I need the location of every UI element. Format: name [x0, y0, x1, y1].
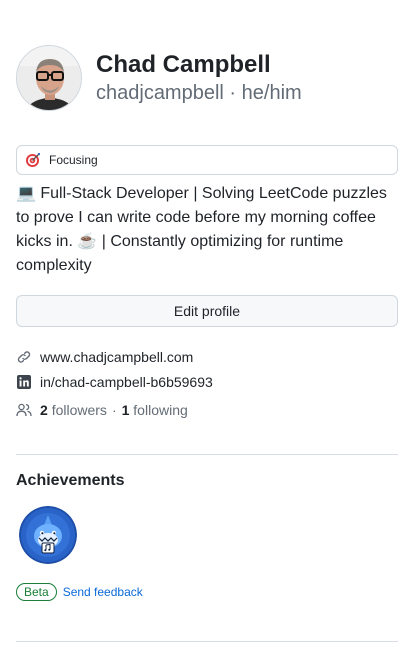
profile-bio: 💻 Full-Stack Developer | Solving LeetCod… — [16, 185, 387, 274]
dart-icon — [25, 152, 41, 168]
send-feedback-link[interactable]: Send feedback — [63, 585, 143, 599]
link-icon — [16, 349, 32, 365]
followers-count: 2 — [40, 402, 48, 418]
shark-badge-icon[interactable] — [19, 506, 77, 564]
avatar[interactable] — [16, 45, 82, 111]
profile-pronouns: he/him — [241, 82, 302, 104]
people-icon — [16, 402, 32, 418]
social-separator: · — [111, 402, 117, 418]
website-link[interactable]: www.chadjcampbell.com — [40, 349, 193, 365]
following-label: following — [133, 402, 188, 418]
profile-names: Chad Campbell chadjcampbell · he/him — [96, 50, 302, 106]
status-box[interactable]: Focusing — [16, 145, 398, 175]
section-divider-bottom — [16, 641, 398, 642]
achievements-title: Achievements — [16, 472, 125, 489]
status-text: Focusing — [49, 153, 98, 167]
login-separator: · — [229, 82, 237, 104]
beta-badge: Beta — [16, 583, 57, 601]
profile-header: Chad Campbell chadjcampbell · he/him — [16, 45, 302, 111]
profile-login: chadjcampbell — [96, 82, 224, 104]
followers-label: followers — [51, 402, 107, 418]
section-divider — [16, 454, 398, 455]
website-row: www.chadjcampbell.com — [16, 349, 193, 365]
followers-link[interactable]: 2 followers — [40, 402, 107, 418]
linkedin-row: in/chad-campbell-b6b59693 — [16, 374, 213, 390]
following-link[interactable]: 1 following — [122, 402, 188, 418]
linkedin-icon — [16, 374, 32, 390]
profile-name: Chad Campbell — [96, 51, 271, 78]
beta-row: Beta Send feedback — [16, 583, 143, 601]
profile-login-line: chadjcampbell · he/him — [96, 80, 302, 106]
linkedin-link[interactable]: in/chad-campbell-b6b59693 — [40, 374, 213, 390]
edit-profile-button[interactable]: Edit profile — [16, 295, 398, 327]
social-row: 2 followers · 1 following — [16, 402, 188, 418]
following-count: 1 — [121, 402, 130, 418]
